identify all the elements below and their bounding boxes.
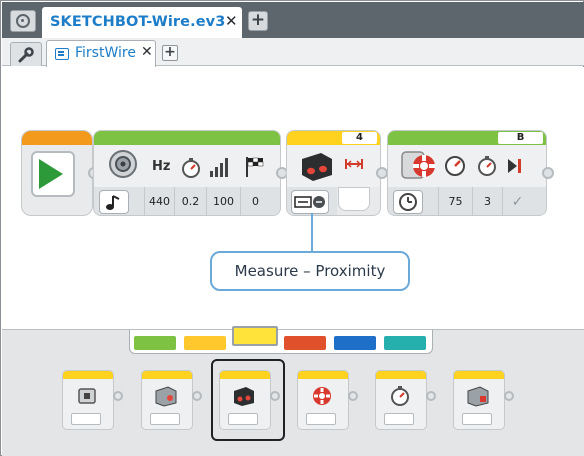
- sound-block[interactable]: Hz 440 0.2 100 0: [93, 130, 281, 216]
- medium-motor-icon: [401, 151, 435, 179]
- motor-port-selector[interactable]: B: [498, 132, 543, 144]
- program-tab-bar: FirstWire ✕ +: [2, 38, 584, 67]
- touch-sensor-icon: [467, 386, 489, 407]
- volume-value[interactable]: 100: [206, 187, 240, 215]
- add-project-button[interactable]: +: [248, 11, 268, 31]
- measure-proximity-mode-icon: [294, 196, 325, 208]
- brake-at-end-icon: [508, 159, 521, 173]
- project-properties-tab[interactable]: [10, 42, 42, 66]
- lobby-button[interactable]: [10, 10, 36, 32]
- duration-icon: [182, 158, 200, 178]
- close-tab-icon[interactable]: ✕: [141, 44, 153, 60]
- timer-icon: [391, 386, 409, 406]
- brick-buttons-icon: [78, 388, 96, 404]
- ultrasonic-sensor-block[interactable]: 4: [286, 130, 381, 216]
- tab-firstwire-label: FirstWire: [75, 45, 136, 61]
- sensor-mode-selector[interactable]: [291, 190, 329, 214]
- play-type-value[interactable]: 0: [240, 187, 270, 215]
- color-sensor-block[interactable]: [141, 370, 193, 430]
- tab-my-blocks[interactable]: [384, 336, 426, 350]
- ultrasonic-sensor-icon: [302, 153, 332, 181]
- start-block[interactable]: [21, 130, 93, 216]
- play-type-flag-icon: [246, 157, 264, 177]
- play-icon: [39, 159, 63, 189]
- ultrasonic-sensor-palette-block[interactable]: [219, 370, 271, 430]
- tab-advanced-blocks[interactable]: [334, 336, 376, 350]
- seconds-icon: [478, 156, 496, 176]
- seconds-value[interactable]: 3: [472, 187, 502, 215]
- project-tab[interactable]: SKETCHBOT-Wire.ev3 ✕: [42, 7, 242, 38]
- programming-palette: [2, 326, 584, 456]
- speaker-icon: [109, 150, 137, 178]
- on-for-seconds-icon: [399, 193, 417, 211]
- ev3-editor-window: SKETCHBOT-Wire.ev3 ✕ + FirstWire ✕ + Hz …: [0, 0, 584, 456]
- tab-firstwire[interactable]: FirstWire ✕: [46, 40, 156, 67]
- tab-flow-control-blocks[interactable]: [184, 336, 226, 350]
- color-sensor-icon: [155, 386, 177, 407]
- callout-pointer: [311, 213, 313, 251]
- mode-callout: Measure – Proximity: [210, 251, 410, 291]
- power-value[interactable]: 75: [438, 187, 472, 215]
- volume-icon: [210, 158, 228, 177]
- frequency-value[interactable]: 440: [144, 187, 174, 215]
- ultrasonic-sensor-icon: [234, 387, 254, 406]
- title-bar: SKETCHBOT-Wire.ev3 ✕ +: [2, 2, 584, 38]
- tab-data-operation-blocks[interactable]: [284, 336, 326, 350]
- wrench-icon: [18, 46, 34, 62]
- motor-rotation-sensor-block[interactable]: [297, 370, 349, 430]
- touch-sensor-block[interactable]: [453, 370, 505, 430]
- duration-value[interactable]: 0.2: [174, 187, 206, 215]
- project-title: SKETCHBOT-Wire.ev3: [50, 14, 226, 30]
- program-icon: [55, 48, 69, 60]
- tab-sensor-blocks[interactable]: [232, 326, 278, 346]
- palette-tab-strip: [129, 326, 433, 354]
- motor-rotation-icon: [313, 387, 331, 405]
- close-project-icon[interactable]: ✕: [225, 12, 238, 30]
- start-block-bar: [22, 131, 92, 145]
- brick-buttons-sensor-block[interactable]: [62, 370, 114, 430]
- timer-sensor-block[interactable]: [375, 370, 427, 430]
- music-note-icon: [106, 195, 120, 210]
- sensor-output-plug[interactable]: [338, 187, 370, 211]
- add-program-button[interactable]: +: [162, 45, 178, 61]
- motor-mode-selector[interactable]: [393, 190, 423, 214]
- sequence-connector[interactable]: [542, 167, 554, 179]
- sound-mode-selector[interactable]: [99, 190, 129, 214]
- port-selector[interactable]: 4: [342, 132, 377, 144]
- tab-action-blocks[interactable]: [134, 336, 176, 350]
- power-gauge-icon: [445, 156, 465, 176]
- lobby-icon: [16, 14, 30, 28]
- brake-value[interactable]: ✓: [502, 187, 532, 215]
- distance-arrow-icon: [345, 159, 363, 169]
- frequency-param-label: Hz: [152, 159, 171, 174]
- medium-motor-block[interactable]: B 75 3 ✓: [387, 130, 547, 216]
- sound-block-bar: [94, 131, 280, 145]
